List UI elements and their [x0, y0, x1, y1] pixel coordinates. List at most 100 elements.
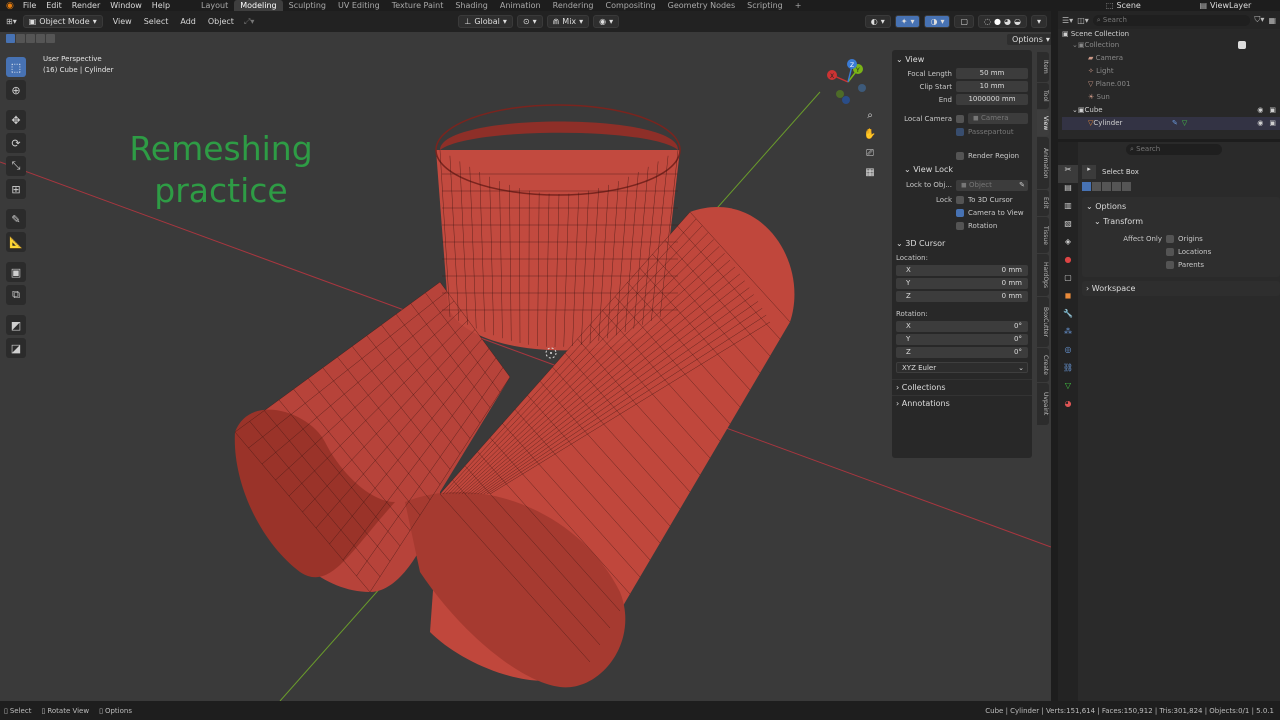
rotation-mode-select[interactable]: XYZ Euler ⌄ — [896, 362, 1028, 373]
tab-uvpaint[interactable]: Uvpaint — [1037, 383, 1049, 425]
menu-edit[interactable]: Edit — [41, 0, 67, 11]
collection-checkbox[interactable] — [1238, 41, 1246, 49]
mode-select[interactable]: ▣ Object Mode ▾ — [22, 15, 103, 28]
pivot-point-select[interactable]: ⊙ ▾ — [516, 15, 543, 28]
select-box-icon[interactable]: ▸ — [1082, 165, 1096, 179]
scene-name[interactable]: Scene — [1116, 1, 1196, 10]
camera-to-view-checkbox[interactable] — [956, 208, 964, 217]
tab-modeling[interactable]: Modeling — [234, 0, 283, 11]
outliner-editor-icon[interactable]: ☰▾ — [1062, 16, 1073, 25]
menu-render[interactable]: Render — [67, 0, 105, 11]
hardops-tool-icon[interactable]: ◩ — [6, 315, 26, 335]
select-subtract-icon[interactable] — [26, 34, 35, 43]
eyedropper-icon[interactable]: ✎ — [1019, 180, 1025, 191]
tab-create[interactable]: Create — [1037, 348, 1049, 382]
origins-checkbox[interactable] — [1166, 234, 1174, 243]
options-dropdown[interactable]: Options ▾ — [1006, 33, 1051, 46]
select-extend-icon[interactable] — [16, 34, 25, 43]
tab-animation[interactable]: Animation — [1037, 137, 1049, 189]
add-workspace-button[interactable]: + — [789, 0, 808, 11]
select-intersect-icon[interactable] — [46, 34, 55, 43]
mode-subtract-icon[interactable] — [1102, 182, 1111, 191]
menu-help[interactable]: Help — [147, 0, 175, 11]
tab-shading[interactable]: Shading — [449, 0, 494, 11]
cursor-loc-y-field[interactable]: Y 0 mm — [896, 278, 1028, 289]
view-section-header[interactable]: ⌄ View — [892, 52, 1032, 67]
world-props-icon[interactable]: ● — [1058, 255, 1078, 273]
to-3d-cursor-checkbox[interactable] — [956, 195, 964, 204]
rotation-lock-checkbox[interactable] — [956, 221, 964, 230]
transform-tool-icon[interactable]: ⊞ — [6, 179, 26, 199]
mode-new-icon[interactable] — [1082, 182, 1091, 191]
visibility-select[interactable]: ◐ ▾ — [864, 15, 891, 28]
measure-tool-icon[interactable]: 📐 — [6, 232, 26, 252]
rendered-shading-icon[interactable]: ◒ — [1014, 17, 1021, 26]
visibility-eye-icon[interactable]: ◉ — [1257, 117, 1269, 130]
outliner-item-cube[interactable]: ⌄ ▣ Cube ◉ ▣ — [1062, 104, 1280, 117]
material-shading-icon[interactable]: ◕ — [1004, 17, 1011, 26]
display-mode-icon[interactable]: ◫▾ — [1077, 16, 1089, 25]
select-invert-icon[interactable] — [36, 34, 45, 43]
cursor-loc-z-field[interactable]: Z 0 mm — [896, 291, 1028, 302]
view-layer-props-icon[interactable]: ▧ — [1058, 219, 1078, 237]
cursor-rot-y-field[interactable]: Y 0° — [896, 334, 1028, 345]
workspace-header[interactable]: › Workspace — [1082, 281, 1280, 296]
camera-render-icon[interactable]: ▣ — [1269, 117, 1280, 130]
gizmo-neg-z-handle[interactable] — [842, 96, 850, 104]
transform-orientation-select[interactable]: ⊥ Global ▾ — [458, 15, 513, 28]
proportional-edit-toggle[interactable]: ◉ ▾ — [593, 15, 620, 28]
tab-rendering[interactable]: Rendering — [547, 0, 600, 11]
constraints-props-icon[interactable]: ⛓ — [1058, 363, 1078, 381]
mode-extend-icon[interactable] — [1092, 182, 1101, 191]
move-tool-icon[interactable]: ✥ — [6, 110, 26, 130]
visibility-eye-icon[interactable]: ◉ — [1257, 104, 1269, 117]
transform-header[interactable]: ⌄ Transform — [1082, 214, 1280, 229]
scale-tool-icon[interactable]: ⤡ — [6, 156, 26, 176]
locations-checkbox[interactable] — [1166, 247, 1174, 256]
annotations-header[interactable]: › Annotations — [892, 395, 1032, 411]
collection-row[interactable]: ⌄ ▣ Collection — [1062, 39, 1280, 52]
shading-modes[interactable]: ◌ ● ◕ ◒ — [978, 15, 1027, 28]
material-props-icon[interactable]: ◕ — [1058, 399, 1078, 417]
cursor-tool-icon[interactable]: ⊕ — [6, 80, 26, 100]
collection-props-icon[interactable]: ▢ — [1058, 273, 1078, 291]
editor-type-icon[interactable]: ⊞▾ — [0, 17, 23, 26]
new-collection-icon[interactable]: ▦ — [1268, 16, 1276, 25]
tab-uv-editing[interactable]: UV Editing — [332, 0, 386, 11]
select-new-icon[interactable] — [6, 34, 15, 43]
render-props-icon[interactable]: ▤ — [1058, 183, 1078, 201]
camera-field[interactable]: ◼ Camera — [968, 113, 1028, 124]
tab-layout[interactable]: Layout — [195, 0, 234, 11]
viewlayer-icon[interactable]: ▤ — [1196, 1, 1210, 10]
filter-icon[interactable]: ⛉▾ — [1254, 15, 1264, 25]
tab-tool[interactable]: Tool — [1037, 83, 1049, 109]
collections-header[interactable]: › Collections — [892, 379, 1032, 395]
menu-view[interactable]: View — [107, 17, 138, 26]
clip-start-field[interactable]: 10 mm — [956, 81, 1028, 92]
tab-view[interactable]: View — [1037, 110, 1049, 136]
select-box-tool-icon[interactable]: ⬚ — [6, 57, 26, 77]
tab-item[interactable]: Item — [1037, 52, 1049, 82]
tab-geometry-nodes[interactable]: Geometry Nodes — [662, 0, 741, 11]
clip-end-field[interactable]: 1000000 mm — [956, 94, 1028, 105]
tab-boxcutter[interactable]: BoxCutter — [1037, 297, 1049, 347]
ortho-grid-icon[interactable]: ▦ — [861, 167, 879, 186]
tab-compositing[interactable]: Compositing — [600, 0, 662, 11]
data-props-icon[interactable]: ▽ — [1058, 381, 1078, 399]
cursor-loc-x-field[interactable]: X 0 mm — [896, 265, 1028, 276]
tab-edit[interactable]: Edit — [1037, 190, 1049, 216]
parents-checkbox[interactable] — [1166, 260, 1174, 269]
camera-render-icon[interactable]: ▣ — [1269, 104, 1280, 117]
render-region-checkbox[interactable] — [956, 151, 964, 160]
outliner-item-sun[interactable]: ☀ Sun — [1062, 91, 1280, 104]
rotate-tool-icon[interactable]: ⟳ — [6, 133, 26, 153]
particles-props-icon[interactable]: ⁂ — [1058, 327, 1078, 345]
pan-hand-icon[interactable]: ✋ — [861, 129, 879, 148]
gizmo-neg-y-handle[interactable] — [836, 90, 844, 98]
menu-add[interactable]: Add — [174, 17, 202, 26]
mode-intersect-icon[interactable] — [1122, 182, 1131, 191]
menu-select[interactable]: Select — [138, 17, 175, 26]
scene-props-icon[interactable]: ◈ — [1058, 237, 1078, 255]
wireframe-shading-icon[interactable]: ◌ — [984, 17, 991, 26]
options-header[interactable]: ⌄ Options — [1082, 199, 1280, 214]
